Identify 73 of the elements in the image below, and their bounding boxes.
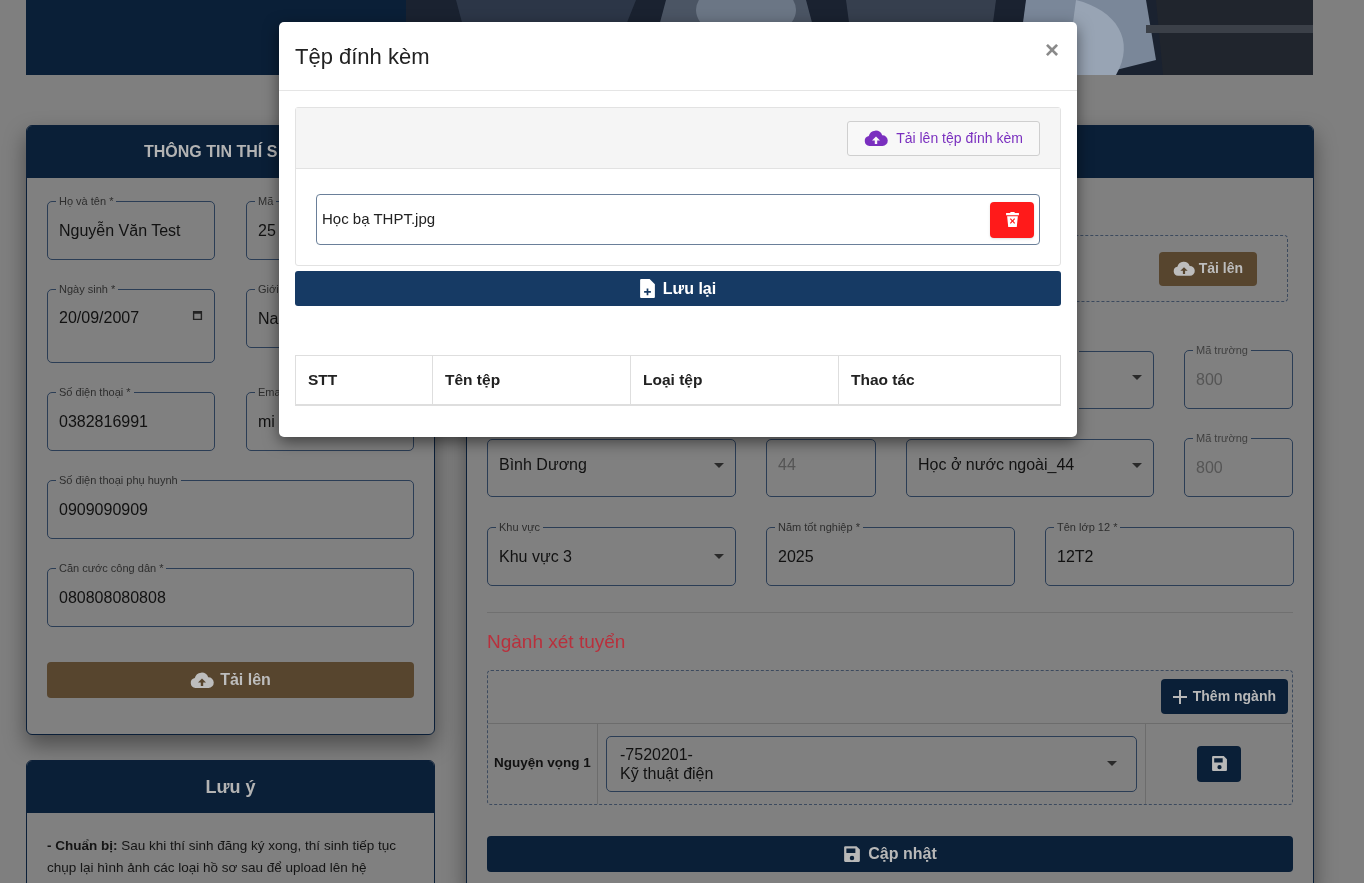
upload-attachment-button[interactable]: Tải lên tệp đính kèm [847,120,1040,156]
caret-icon [714,462,724,468]
upload-button[interactable]: Tải lên [1158,251,1257,286]
field-label: Số điện thoại phụ huynh [58,474,179,487]
cloud-upload-icon [864,129,889,147]
field-label: Tên lớp 12 * [1056,521,1119,534]
major-code: -7520201- [620,744,694,764]
column-header: STT [296,356,433,404]
card-title: Lưu ý [205,775,256,799]
delete-button[interactable] [990,201,1034,238]
field-label: Căn cước công dân * [58,562,165,575]
field-value: Na [258,308,279,329]
dropdown-field[interactable]: Học ở nước ngoài_44 [906,439,1154,497]
input-field[interactable]: Số điện thoại phụ huynh 0909090909 [47,474,414,539]
upload-button[interactable]: Tải lên [47,662,414,698]
field-value: mi [258,411,275,432]
plus-icon [1172,689,1187,704]
field-label: Họ và tên * [58,195,115,208]
major-name: Kỹ thuật điện [620,763,714,783]
field-value: 2025 [778,546,814,567]
file-plus-icon [639,279,655,298]
caret-icon [1132,374,1142,380]
field-label: Ngày sinh * [58,283,117,296]
input-field[interactable]: Căn cước công dân * 080808080808 [47,562,414,627]
close-button[interactable]: × [1045,38,1059,62]
caret-icon [714,554,724,559]
update-button[interactable]: Cập nhật [487,835,1293,872]
input-field[interactable]: Tên lớp 12 * 12T2 [1045,521,1294,586]
field-label: Mã trường [1195,344,1249,357]
wish-label: Nguyện vọng 1 [494,754,591,773]
card-title: THÔNG TIN THÍ S [144,141,278,162]
column-header: Thao tác [850,370,916,391]
dropdown-field[interactable] [1079,351,1154,409]
section-title: Ngành xét tuyển [487,630,627,654]
field-label: Giới [257,283,280,296]
dropdown-field[interactable]: -7520201- Kỹ thuật điện [606,735,1137,792]
file-name: Học bạ THPT.jpg [322,209,436,230]
field-value: Bình Dương [499,455,587,475]
dropdown-field[interactable]: Khu vực Khu vực 3 [487,521,736,586]
field-label: Năm tốt nghiệp * [777,521,861,534]
caret-icon [1132,462,1142,468]
field-value: 12T2 [1057,546,1094,567]
field-label: Khu vực [498,521,541,534]
save-icon [843,844,862,863]
field-value: 25 [258,220,276,241]
field-value: Nguyễn Văn Test [59,220,181,241]
field-value: 0909090909 [59,499,148,520]
input-field[interactable]: Họ và tên * Nguyễn Văn Test [47,195,215,260]
field-label: Số điện thoại * [58,386,132,399]
field-value: Học ở nước ngoài_44 [918,455,1075,475]
save-icon [1210,755,1228,772]
column-header: Loại tệp [631,356,839,404]
dropdown-field[interactable]: Bình Dương [487,439,736,497]
field-value: 20/09/2007 [59,308,140,328]
cloud-upload-icon [190,671,215,689]
input-field[interactable]: Năm tốt nghiệp * 2025 [766,521,1015,586]
note-text: - Chuẩn bị: Sau khi thí sinh đăng ký xong, thí sinh tiếp tục chụp lại hình ảnh các loại hồ sơ sau để upload lên hệ [46,837,397,877]
column-header: Tên tệp [433,356,631,404]
dialog-title: Tệp đính kèm [295,42,430,71]
field-label: Mã [257,195,275,208]
field-label: Mã trường [1195,432,1249,445]
add-major-button[interactable]: Thêm ngành [1160,679,1288,714]
save-button[interactable] [1197,745,1241,782]
field-value: Khu vực 3 [499,546,572,567]
trash-icon [1005,212,1019,227]
calendar-icon [192,310,203,321]
date-field[interactable]: Ngày sinh * 20/09/2007 [47,283,215,363]
field-value: 0382816991 [59,411,148,432]
save-button[interactable]: Lưu lại [295,271,1061,306]
caret-icon [1107,761,1117,766]
input-field[interactable]: Số điện thoại * 0382816991 [47,386,215,451]
cloud-upload-icon [1172,260,1195,277]
field-value: 080808080808 [59,587,166,608]
